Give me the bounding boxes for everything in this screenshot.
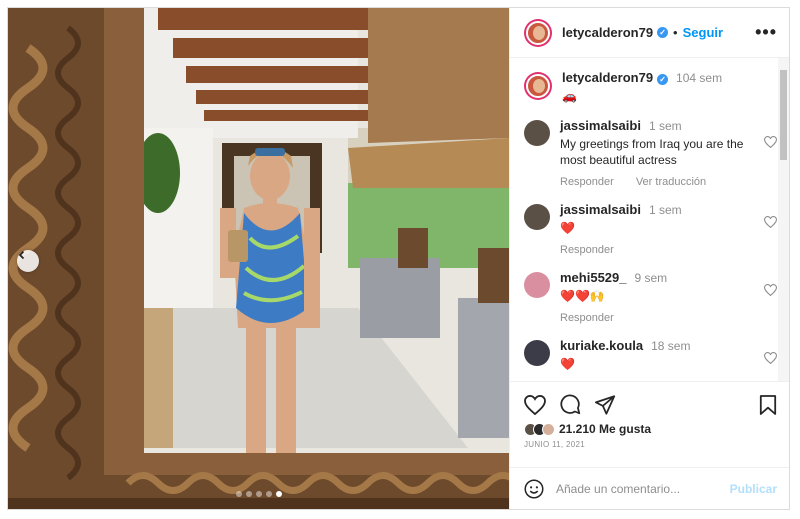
reply-button[interactable]: Responder xyxy=(560,176,614,188)
post-header: letycalderon79 ✓ • Seguir ••• xyxy=(510,8,789,58)
carousel-prev-button[interactable] xyxy=(17,250,39,272)
mirror-selfie-photo xyxy=(8,8,509,509)
comment-item: kuriake.koula 18 sem ❤️ xyxy=(524,338,777,372)
share-icon[interactable] xyxy=(595,394,616,415)
separator-dot: • xyxy=(673,25,678,40)
comment-time[interactable]: 1 sem xyxy=(649,119,682,133)
reply-button[interactable]: Responder xyxy=(560,244,614,256)
carousel-indicator xyxy=(8,491,509,497)
heart-icon[interactable] xyxy=(764,352,777,364)
comment-item: jassimalsaibi 1 sem ❤️ Responder xyxy=(524,202,777,256)
comment-username[interactable]: mehi5529_ xyxy=(560,270,627,285)
more-icon[interactable]: ••• xyxy=(755,22,777,43)
carousel-dot xyxy=(265,491,272,497)
comment-username[interactable]: jassimalsaibi xyxy=(560,118,641,133)
add-comment-bar: Publicar xyxy=(510,467,789,509)
heart-icon[interactable] xyxy=(524,394,546,415)
likes-count[interactable]: 21.210 Me gusta xyxy=(559,422,651,436)
carousel-dot xyxy=(235,491,242,497)
comment-text: ❤️ xyxy=(560,357,575,371)
heart-icon[interactable] xyxy=(764,284,777,296)
heart-icon[interactable] xyxy=(764,216,777,228)
avatar[interactable] xyxy=(524,18,552,47)
avatar[interactable] xyxy=(524,120,550,146)
comments-list[interactable]: letycalderon79 ✓ 104 sem 🚗 jassimalsaibi… xyxy=(510,58,789,381)
avatar[interactable] xyxy=(524,340,550,366)
post-image[interactable] xyxy=(8,8,509,509)
avatar[interactable] xyxy=(524,272,550,298)
action-bar xyxy=(510,382,789,415)
likes-summary[interactable]: 21.210 Me gusta xyxy=(510,415,789,436)
comment-username[interactable]: kuriake.koula xyxy=(560,338,643,353)
heart-icon[interactable] xyxy=(764,136,777,148)
caption: letycalderon79 ✓ 104 sem 🚗 xyxy=(524,70,765,104)
carousel-dot xyxy=(255,491,262,497)
caption-username[interactable]: letycalderon79 xyxy=(562,70,653,85)
carousel-dot xyxy=(275,491,282,497)
header-username[interactable]: letycalderon79 xyxy=(562,25,653,40)
bookmark-icon[interactable] xyxy=(759,394,777,415)
publish-button[interactable]: Publicar xyxy=(730,482,777,496)
reply-button[interactable]: Responder xyxy=(560,312,614,324)
avatar xyxy=(542,422,555,436)
verified-icon: ✓ xyxy=(657,74,669,85)
comment-text: My greetings from Iraq you are the most … xyxy=(560,137,744,167)
verified-icon: ✓ xyxy=(657,27,669,38)
caption-text: 🚗 xyxy=(562,89,577,103)
translate-button[interactable]: Ver traducción xyxy=(636,176,706,188)
comment-item: jassimalsaibi 1 sem My greetings from Ir… xyxy=(524,118,777,188)
comment-icon[interactable] xyxy=(560,394,581,415)
post-date[interactable]: JUNIO 11, 2021 xyxy=(510,436,789,449)
post-dialog: letycalderon79 ✓ • Seguir ••• letycalder… xyxy=(7,7,790,510)
comment-time[interactable]: 1 sem xyxy=(649,203,682,217)
comment-text: ❤️ xyxy=(560,221,575,235)
carousel-dot xyxy=(245,491,252,497)
post-side-panel: letycalderon79 ✓ • Seguir ••• letycalder… xyxy=(509,8,789,509)
avatar[interactable] xyxy=(524,204,550,230)
comment-item: mehi5529_ 9 sem ❤️❤️🙌 Responder xyxy=(524,270,777,324)
comment-username[interactable]: jassimalsaibi xyxy=(560,202,641,217)
scrollbar-thumb[interactable] xyxy=(780,70,787,160)
avatar[interactable] xyxy=(524,72,552,100)
comment-time[interactable]: 9 sem xyxy=(635,271,668,285)
comment-input[interactable] xyxy=(556,481,730,496)
caption-time[interactable]: 104 sem xyxy=(676,71,722,85)
chevron-left-icon xyxy=(18,250,25,260)
comment-text: ❤️❤️🙌 xyxy=(560,289,605,303)
emoji-icon[interactable] xyxy=(524,479,544,499)
post-footer: 21.210 Me gusta JUNIO 11, 2021 Publicar xyxy=(510,381,789,509)
follow-button[interactable]: Seguir xyxy=(683,25,723,40)
comment-time[interactable]: 18 sem xyxy=(651,339,690,353)
